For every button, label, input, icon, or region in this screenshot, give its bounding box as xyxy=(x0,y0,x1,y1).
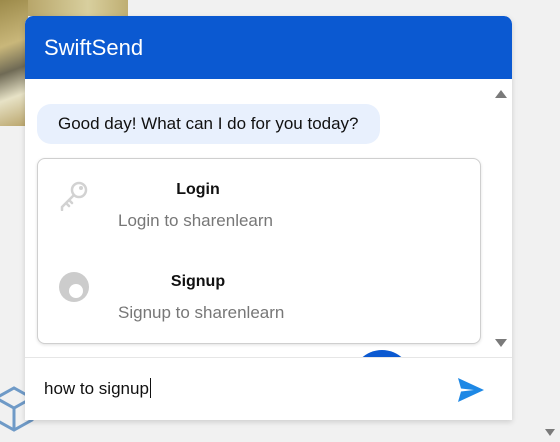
background-image xyxy=(0,0,28,126)
page-scroll-down-arrow-icon[interactable] xyxy=(545,429,555,436)
background-image-top xyxy=(28,0,128,16)
message-input-text: how to signup xyxy=(44,379,149,398)
option-login-title: Login xyxy=(176,181,220,198)
message-area: Good day! What can I do for you today? L… xyxy=(25,79,512,357)
scroll-up-arrow-icon[interactable] xyxy=(495,90,507,98)
scroll-down-arrow-icon[interactable] xyxy=(495,339,507,347)
chat-title: SwiftSend xyxy=(44,35,144,60)
key-icon xyxy=(60,181,88,211)
message-input[interactable]: how to signup xyxy=(44,376,424,402)
options-card: Login Login to sharenlearn Signup Signup… xyxy=(37,158,481,344)
option-signup[interactable]: Signup Signup to sharenlearn xyxy=(38,251,480,343)
option-signup-title: Signup xyxy=(170,273,226,290)
text-caret xyxy=(149,378,151,398)
user-avatar-icon xyxy=(59,272,89,302)
page-scrollbar[interactable] xyxy=(543,0,560,442)
messages-scrollbar[interactable] xyxy=(492,87,512,357)
chat-header: SwiftSend xyxy=(25,16,512,79)
input-bar: how to signup xyxy=(25,357,512,420)
option-login[interactable]: Login Login to sharenlearn xyxy=(38,159,480,251)
chat-widget: SwiftSend Good day! What can I do for yo… xyxy=(25,16,512,420)
send-icon[interactable] xyxy=(457,377,485,403)
option-signup-subtitle: Signup to sharenlearn xyxy=(118,303,285,322)
option-login-subtitle: Login to sharenlearn xyxy=(118,211,274,230)
bot-message: Good day! What can I do for you today? xyxy=(37,104,380,144)
